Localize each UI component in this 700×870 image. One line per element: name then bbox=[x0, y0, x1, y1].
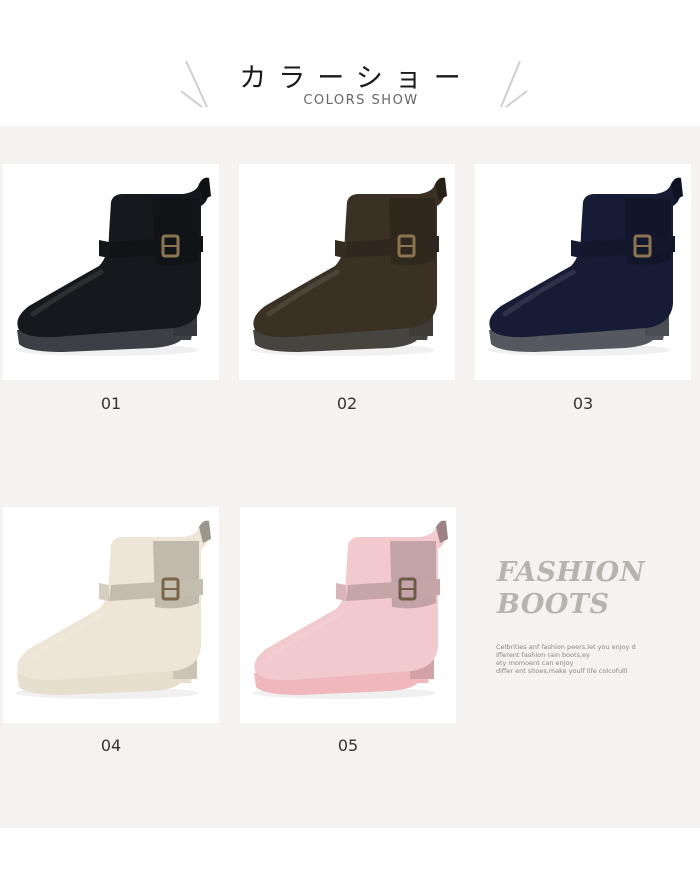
fashion-boots-title-line1: FASHION bbox=[497, 557, 645, 588]
product-card-05[interactable] bbox=[240, 507, 456, 723]
description-line: differ ent shoes,make youlf life colcofu… bbox=[496, 667, 628, 675]
fashion-boots-description: Celbrities anf fashion peers,let you enj… bbox=[496, 643, 686, 675]
product-card-01[interactable] bbox=[3, 164, 219, 380]
boot-cream-image bbox=[15, 520, 211, 699]
fashion-boots-title: FASHION BOOTS bbox=[497, 557, 697, 621]
product-card-02[interactable] bbox=[239, 164, 455, 380]
product-number-02: 02 bbox=[336, 394, 358, 413]
boot-navy-image bbox=[487, 177, 683, 356]
product-number-05: 05 bbox=[337, 736, 359, 755]
section-subtitle: COLORS SHOW bbox=[303, 93, 419, 108]
product-number-03: 03 bbox=[572, 394, 594, 413]
boot-black-image bbox=[15, 177, 211, 356]
section-title: カラーショー bbox=[239, 63, 473, 94]
description-line: ety momoent can enjoy bbox=[496, 659, 574, 667]
boot-brown-image bbox=[251, 177, 447, 356]
header: カラーショー COLORS SHOW bbox=[0, 0, 700, 126]
product-card-04[interactable] bbox=[3, 507, 219, 723]
product-number-01: 01 bbox=[100, 394, 122, 413]
decorative-slash-lines-right bbox=[500, 60, 528, 108]
product-number-04: 04 bbox=[100, 736, 122, 755]
footer-spacer bbox=[0, 828, 700, 870]
description-line: Celbrities anf fashion peers,let you enj… bbox=[496, 643, 636, 651]
fashion-boots-title-line2: BOOTS bbox=[497, 589, 610, 620]
description-line: ifferent fashion rain boots,ey bbox=[496, 651, 590, 659]
boot-pink-image bbox=[252, 520, 448, 699]
product-card-03[interactable] bbox=[475, 164, 691, 380]
